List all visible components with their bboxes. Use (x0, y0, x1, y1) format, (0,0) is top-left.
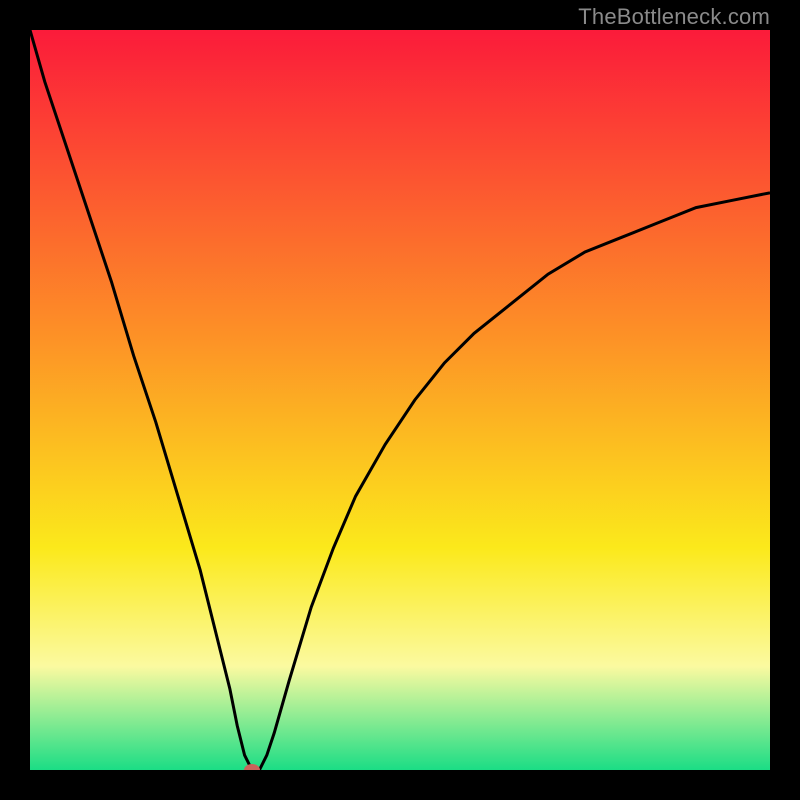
watermark-text: TheBottleneck.com (578, 4, 770, 30)
plot-area (30, 30, 770, 770)
chart-frame: TheBottleneck.com (0, 0, 800, 800)
optimal-point-marker (244, 764, 260, 770)
bottleneck-curve (30, 30, 770, 770)
